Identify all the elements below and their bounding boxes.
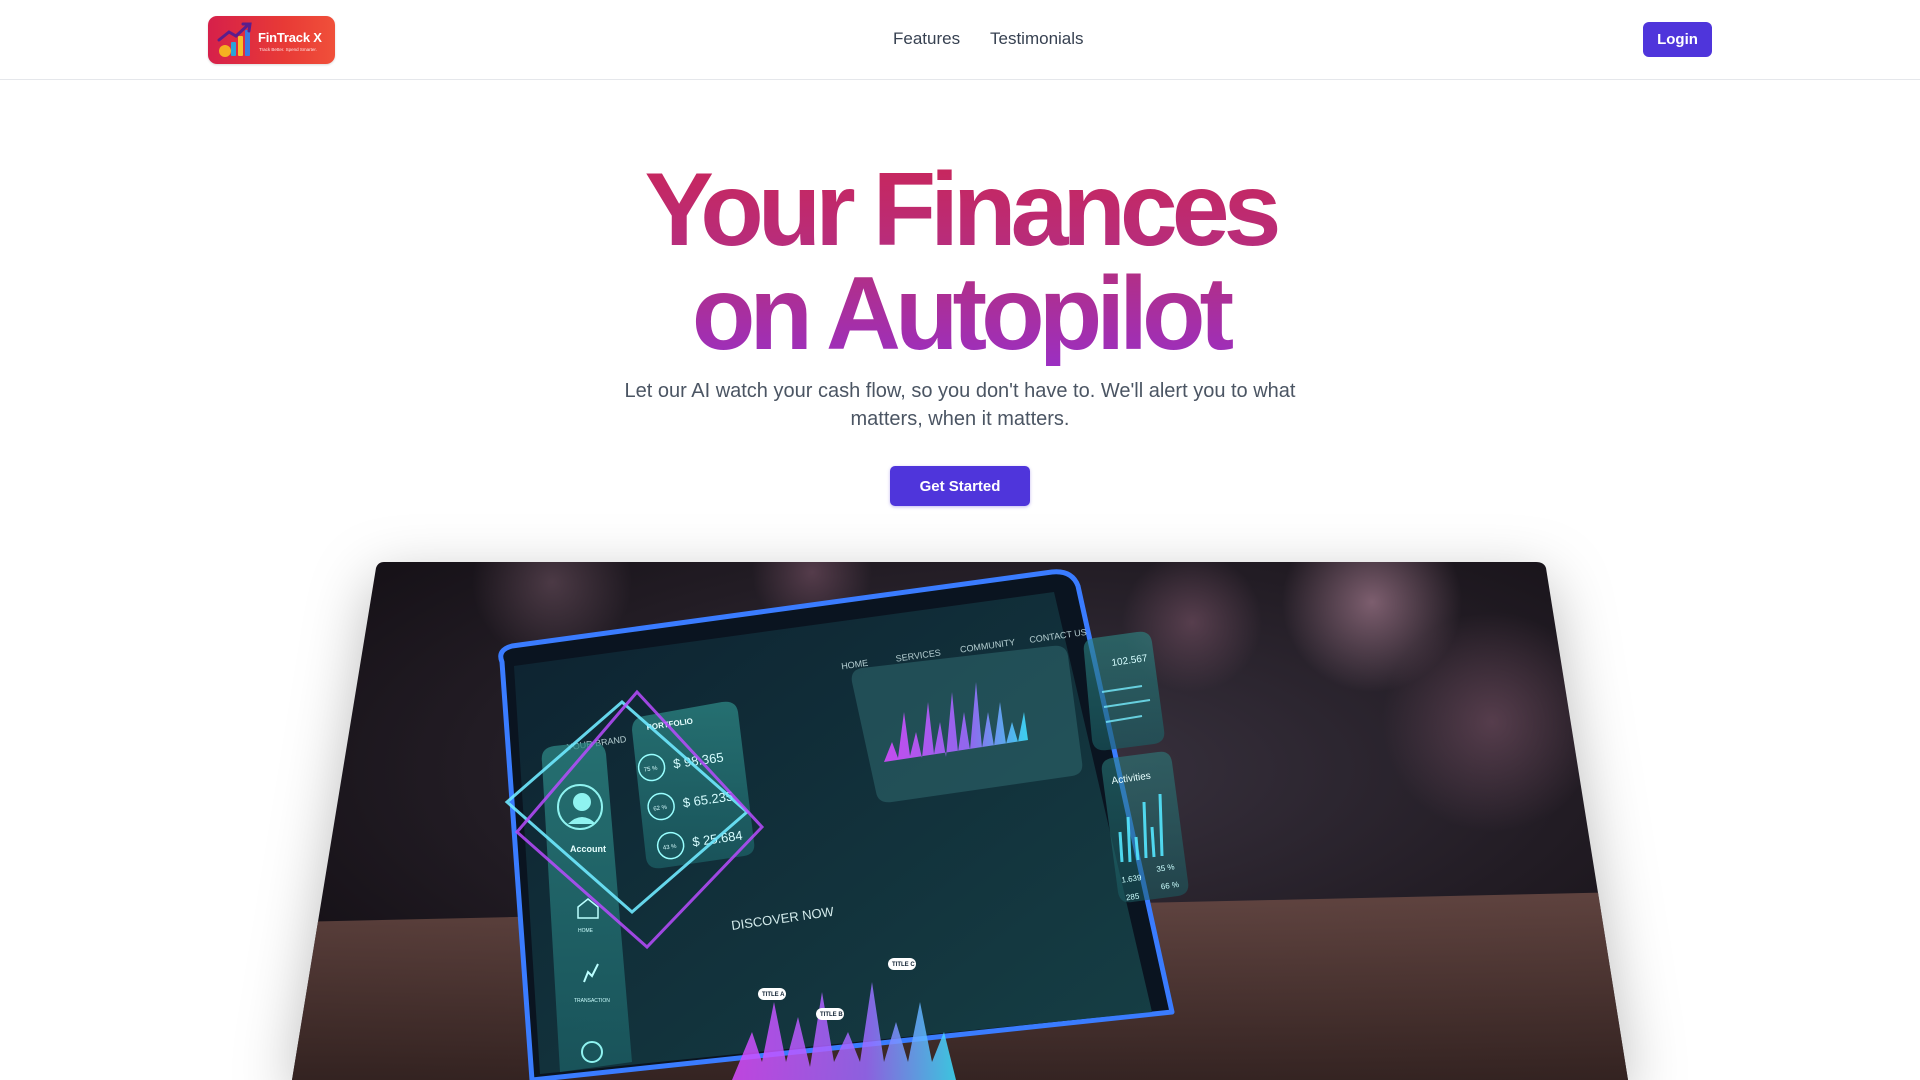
hero-title: Your Finances on Autopilot — [0, 158, 1920, 366]
bar-chart-arrow-icon — [217, 22, 252, 57]
screen-account-label: Account — [570, 844, 606, 854]
login-button[interactable]: Login — [1643, 22, 1712, 57]
brand-logo[interactable]: FinTrack X Track Better. Spend Smarter. — [208, 16, 335, 64]
logo-wordmark: FinTrack X — [258, 30, 322, 45]
nav-link-testimonials[interactable]: Testimonials — [990, 29, 1084, 49]
hero-subtitle: Let our AI watch your cash flow, so you … — [624, 380, 1296, 430]
nav-link-features[interactable]: Features — [893, 29, 960, 49]
chart-label-b: TITLE B — [820, 1012, 843, 1018]
hero-image: YOUR BRAND HOME SERVICES COMMUNITY CONTA… — [292, 562, 1628, 1080]
hero-title-line-2: on Autopilot — [691, 256, 1229, 372]
logo-tagline: Track Better. Spend Smarter. — [259, 47, 317, 52]
chart-label-a: TITLE A — [762, 992, 785, 998]
screen-home-label: HOME — [578, 928, 594, 934]
hero-title-line-1: Your Finances — [644, 152, 1276, 268]
top-navbar: FinTrack X Track Better. Spend Smarter. … — [0, 0, 1920, 80]
get-started-button[interactable]: Get Started — [890, 466, 1030, 506]
chart-label-c: TITLE C — [892, 962, 915, 968]
activity-value-3: 285 — [1125, 891, 1140, 902]
screen-transaction-label: TRANSACTION — [574, 998, 610, 1004]
